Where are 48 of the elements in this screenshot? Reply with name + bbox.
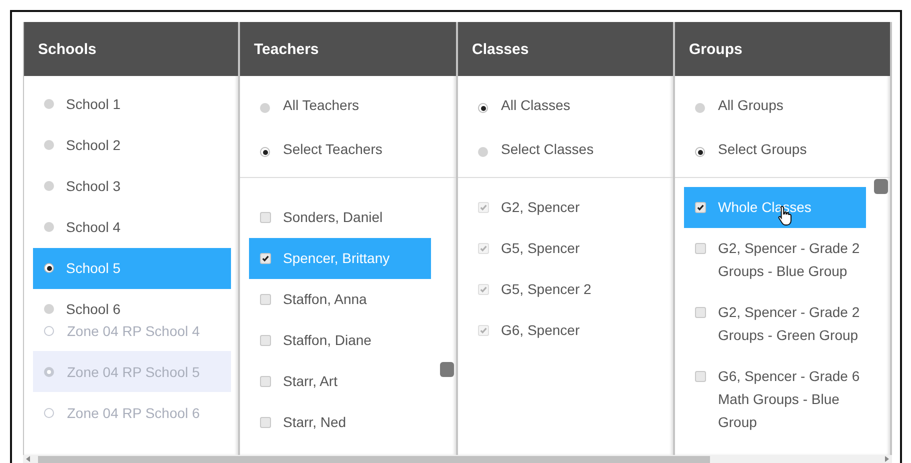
- radio-button[interactable]: [44, 99, 54, 109]
- radio-button[interactable]: [44, 140, 54, 150]
- list-item[interactable]: Starr, Art: [249, 361, 431, 402]
- list-item[interactable]: Staffon, Diane: [249, 320, 431, 361]
- radio-button[interactable]: [695, 147, 705, 157]
- checkbox[interactable]: [695, 202, 706, 213]
- column-header: Classes: [458, 22, 673, 76]
- column-header: Teachers: [240, 22, 456, 76]
- list-item[interactable]: Sonders, Daniel: [249, 197, 431, 238]
- radio-button[interactable]: [478, 103, 488, 113]
- filter-option[interactable]: All Groups: [675, 83, 890, 127]
- radio-button[interactable]: [44, 181, 54, 191]
- filter-option[interactable]: All Classes: [458, 83, 673, 127]
- list-item[interactable]: G2, Spencer - Grade 2 Groups - Green Group: [684, 292, 866, 356]
- radio-button[interactable]: [478, 147, 488, 157]
- radio-button[interactable]: [260, 103, 270, 113]
- checkbox[interactable]: [695, 243, 706, 254]
- checkbox[interactable]: [695, 307, 706, 318]
- checkbox[interactable]: [260, 253, 271, 264]
- checkbox[interactable]: [260, 376, 271, 387]
- filter-option[interactable]: Select Classes: [458, 127, 673, 171]
- radio-button[interactable]: [695, 103, 705, 113]
- scroll-thumb[interactable]: [874, 179, 888, 194]
- list-item[interactable]: School 1: [33, 84, 231, 125]
- list-item[interactable]: Staffon, Anna: [249, 279, 431, 320]
- radio-button[interactable]: [44, 263, 54, 273]
- radio-button[interactable]: [260, 147, 270, 157]
- checkbox[interactable]: [260, 294, 271, 305]
- list-item[interactable]: G2, Spencer - Grade 2 Groups - Blue Group: [684, 228, 866, 292]
- filter-option[interactable]: Select Teachers: [240, 127, 456, 171]
- column-header: Schools: [24, 22, 238, 76]
- faded-list-item: Zone 04 RP School 6: [33, 392, 231, 433]
- filter-option[interactable]: Select Groups: [675, 127, 890, 171]
- list-item[interactable]: School 4: [33, 207, 231, 248]
- checkbox[interactable]: [695, 371, 706, 382]
- list-item[interactable]: Starr, Ned: [249, 402, 431, 443]
- list-item[interactable]: School 3: [33, 166, 231, 207]
- scroll-thumb[interactable]: [440, 362, 454, 377]
- radio-button[interactable]: [44, 304, 54, 314]
- filter-option[interactable]: All Teachers: [240, 83, 456, 127]
- checkbox[interactable]: [260, 417, 271, 428]
- checkbox[interactable]: [260, 212, 271, 223]
- column-header: Groups: [675, 22, 890, 76]
- faded-list-item: Zone 04 RP School 5: [33, 351, 231, 392]
- radio-button[interactable]: [44, 222, 54, 232]
- list-item[interactable]: School 2: [33, 125, 231, 166]
- list-item[interactable]: G6, Spencer - Grade 6 Math Groups - Blue Group: [684, 356, 866, 443]
- checkbox[interactable]: [260, 335, 271, 346]
